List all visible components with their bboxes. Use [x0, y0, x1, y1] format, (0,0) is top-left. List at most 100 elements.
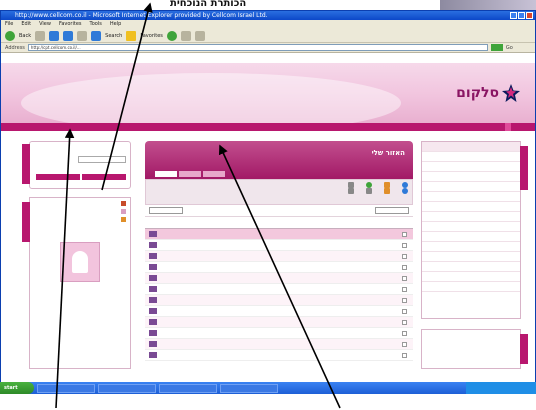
row-icon: [149, 352, 157, 358]
table-row[interactable]: [145, 240, 413, 251]
refresh-icon[interactable]: [63, 30, 74, 41]
maximize-button[interactable]: [518, 12, 525, 19]
row-checkbox[interactable]: [402, 308, 407, 314]
search-panel-tab: [22, 144, 30, 184]
action-icon[interactable]: [348, 188, 354, 194]
table-body: [145, 229, 413, 361]
main-tab[interactable]: [179, 171, 201, 177]
menu-file[interactable]: File: [5, 20, 13, 29]
main-header: האזור שלי: [145, 141, 413, 179]
site-banner: סלקום: [1, 63, 535, 123]
filter-bar: [145, 205, 413, 217]
taskbar-item[interactable]: [159, 383, 217, 393]
menu-favorites[interactable]: Favorites: [59, 20, 82, 29]
table-header: [145, 217, 413, 229]
menu-tools[interactable]: Tools: [90, 20, 102, 29]
close-button[interactable]: [526, 12, 533, 19]
info-panel-tab: [520, 334, 528, 364]
row-icon: [149, 297, 157, 303]
row-checkbox[interactable]: [402, 330, 407, 336]
action-icon[interactable]: [402, 188, 408, 194]
start-button[interactable]: start: [0, 382, 34, 394]
minimize-button[interactable]: [510, 12, 517, 19]
summary-row: [422, 202, 520, 212]
taskbar-item[interactable]: [37, 383, 95, 393]
back-label[interactable]: Back: [19, 33, 31, 39]
favorites-icon[interactable]: [126, 30, 137, 41]
menu-help[interactable]: Help: [110, 20, 121, 29]
main-tab[interactable]: [203, 171, 225, 177]
nav-item-active[interactable]: ​: [505, 123, 511, 131]
table-row[interactable]: [145, 317, 413, 328]
go-label[interactable]: Go: [506, 45, 513, 51]
table-row[interactable]: [145, 229, 413, 240]
table-row[interactable]: [145, 284, 413, 295]
profile-link[interactable]: [30, 206, 130, 214]
row-checkbox[interactable]: [402, 297, 407, 303]
left-column: [22, 141, 131, 369]
address-input[interactable]: http://cpt.cellcom.co.il/...: [27, 44, 488, 51]
row-icon: [149, 275, 157, 281]
annotation-top-label: הכותרת הנוכחית: [170, 0, 247, 9]
home-icon[interactable]: [77, 30, 88, 41]
table-row[interactable]: [145, 262, 413, 273]
row-checkbox[interactable]: [402, 264, 407, 270]
site-logo[interactable]: סלקום: [456, 83, 521, 103]
row-checkbox[interactable]: [402, 341, 407, 347]
search-button[interactable]: [36, 174, 80, 180]
link-icon: [121, 201, 126, 206]
taskbar-item[interactable]: [220, 383, 278, 393]
filter-select[interactable]: [149, 207, 183, 214]
action-icon[interactable]: [384, 188, 390, 194]
main-title: האזור שלי: [371, 149, 405, 157]
favorites-label[interactable]: Favorites: [140, 33, 163, 39]
main-tabs: [155, 171, 225, 177]
row-checkbox[interactable]: [402, 352, 407, 358]
menu-view[interactable]: View: [39, 20, 51, 29]
table-row[interactable]: [145, 306, 413, 317]
avatar: [60, 242, 100, 282]
back-icon[interactable]: [5, 30, 15, 41]
row-icon: [149, 253, 157, 259]
summary-row: [422, 192, 520, 202]
table-row[interactable]: [145, 350, 413, 361]
bottom-margin: [0, 394, 536, 410]
row-checkbox[interactable]: [402, 286, 407, 292]
row-icon: [149, 319, 157, 325]
main-tab[interactable]: [155, 171, 177, 177]
site-navbar: ​ ​ ​ ​ ​: [1, 123, 535, 131]
search-icon[interactable]: [91, 30, 102, 41]
search-input[interactable]: [78, 156, 126, 163]
filter-select[interactable]: [375, 207, 409, 214]
address-bar: Address http://cpt.cellcom.co.il/... Go: [1, 43, 535, 53]
print-icon[interactable]: [194, 30, 205, 41]
summary-row: [422, 232, 520, 242]
media-icon[interactable]: [166, 30, 177, 41]
table-row[interactable]: [145, 295, 413, 306]
menu-edit[interactable]: Edit: [21, 20, 31, 29]
advanced-search-button[interactable]: [82, 174, 126, 180]
profile-link[interactable]: [30, 198, 130, 206]
action-icon[interactable]: [366, 188, 372, 194]
row-checkbox[interactable]: [402, 242, 407, 248]
table-row[interactable]: [145, 328, 413, 339]
forward-icon[interactable]: [35, 30, 46, 41]
summary-row: [422, 152, 520, 162]
window-title: http://www.cellcom.co.il - Microsoft Int…: [15, 12, 268, 19]
mail-icon[interactable]: [180, 30, 191, 41]
go-button[interactable]: [490, 44, 503, 51]
row-checkbox[interactable]: [402, 253, 407, 259]
search-label[interactable]: Search: [105, 33, 122, 39]
row-checkbox[interactable]: [402, 275, 407, 281]
main-panel: האזור שלי: [145, 141, 413, 361]
stop-icon[interactable]: [49, 30, 60, 41]
row-checkbox[interactable]: [402, 231, 407, 237]
table-row[interactable]: [145, 339, 413, 350]
link-icon: [121, 209, 126, 214]
table-row[interactable]: [145, 273, 413, 284]
banner-swoosh: [21, 73, 401, 123]
taskbar-item[interactable]: [98, 383, 156, 393]
profile-link[interactable]: [30, 214, 130, 222]
table-row[interactable]: [145, 251, 413, 262]
row-checkbox[interactable]: [402, 319, 407, 325]
